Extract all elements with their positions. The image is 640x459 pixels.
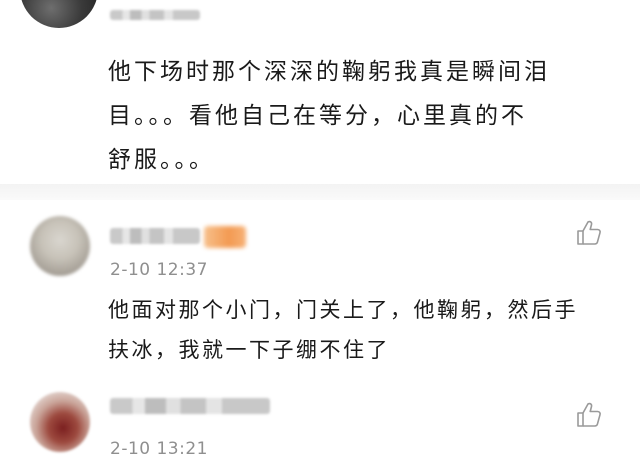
comment-line: 他下场时那个深深的鞠躬我真是瞬间泪 bbox=[108, 59, 550, 85]
username-blurred[interactable] bbox=[110, 228, 200, 244]
comment-line: 他面对那个小门，门关上了，他鞠躬，然后手 bbox=[108, 298, 578, 322]
like-button[interactable] bbox=[574, 218, 604, 248]
comment-item: 他下场时那个深深的鞠躬我真是瞬间泪 目。。。看他自己在等分，心里真的不 舒服。。… bbox=[0, 0, 640, 184]
comment-item: 2-10 13:21 bbox=[0, 376, 640, 459]
comment-feed: 他下场时那个深深的鞠躬我真是瞬间泪 目。。。看他自己在等分，心里真的不 舒服。。… bbox=[0, 0, 640, 459]
thumbs-up-icon bbox=[577, 220, 601, 245]
username-blurred[interactable] bbox=[110, 10, 200, 20]
avatar[interactable] bbox=[30, 216, 90, 276]
comment-line: 舒服。。。 bbox=[108, 147, 215, 173]
like-button[interactable] bbox=[574, 400, 604, 430]
thumbs-up-icon bbox=[577, 402, 601, 427]
comment-item: 2-10 12:37 他面对那个小门，门关上了，他鞠躬，然后手 扶冰，我就一下子… bbox=[0, 200, 640, 376]
comment-body: 他面对那个小门，门关上了，他鞠躬，然后手 扶冰，我就一下子绷不住了 bbox=[108, 290, 628, 370]
comment-line: 目。。。看他自己在等分，心里真的不 bbox=[108, 103, 527, 129]
comment-line: 扶冰，我就一下子绷不住了 bbox=[108, 338, 390, 362]
comment-timestamp: 2-10 12:37 bbox=[110, 260, 208, 280]
user-badge-blurred bbox=[204, 226, 246, 248]
username-blurred[interactable] bbox=[110, 398, 270, 414]
avatar[interactable] bbox=[20, 0, 98, 28]
comment-timestamp: 2-10 13:21 bbox=[110, 439, 208, 459]
comment-body: 他下场时那个深深的鞠躬我真是瞬间泪 目。。。看他自己在等分，心里真的不 舒服。。… bbox=[108, 50, 628, 182]
avatar[interactable] bbox=[30, 392, 90, 452]
section-divider bbox=[0, 184, 640, 200]
